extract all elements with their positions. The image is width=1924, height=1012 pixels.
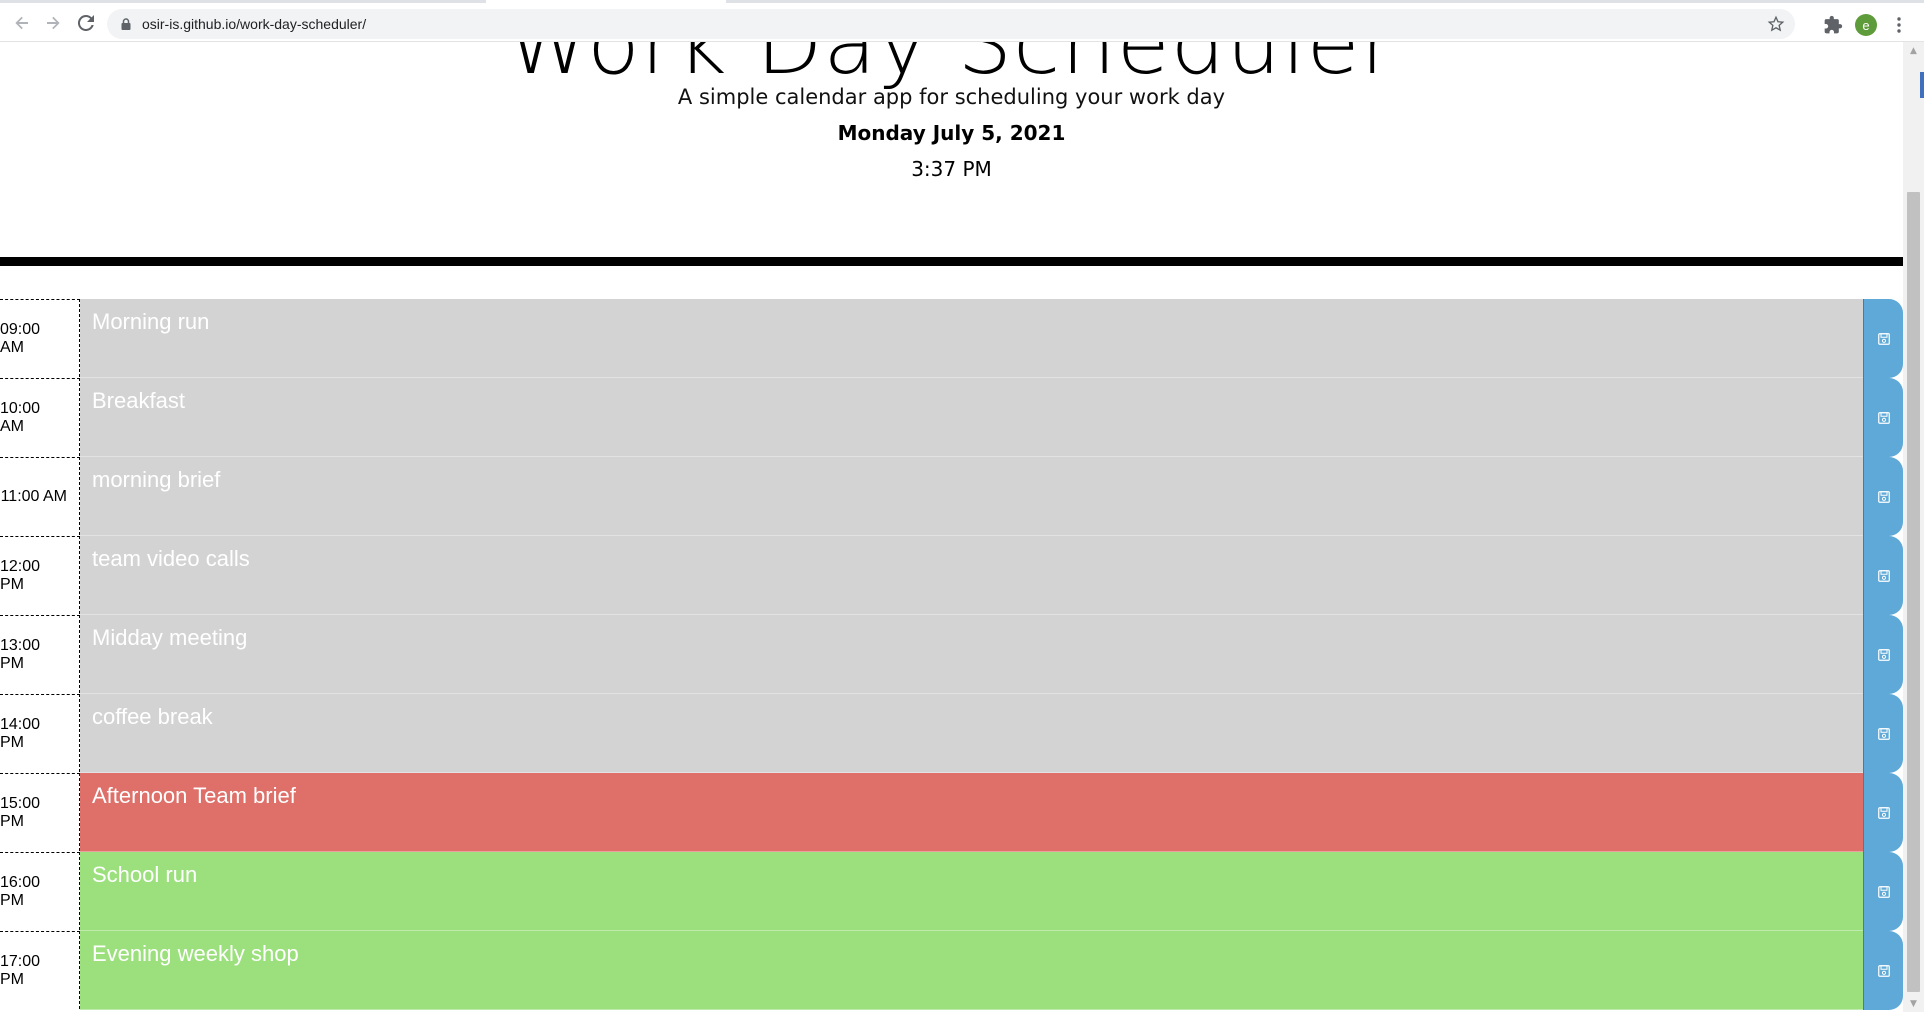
hour-label: 15:00 PM xyxy=(0,773,80,851)
timeblock-row: 12:00 PM team video calls xyxy=(0,536,1903,615)
save-button[interactable] xyxy=(1863,773,1903,852)
save-icon xyxy=(1877,727,1890,740)
current-time: 3:37 PM xyxy=(911,157,992,181)
back-button[interactable] xyxy=(8,9,36,37)
save-button[interactable] xyxy=(1863,694,1903,773)
scroll-down-arrow-icon[interactable]: ▼ xyxy=(1903,995,1924,1012)
scrollbar-thumb[interactable] xyxy=(1907,192,1920,992)
reload-button[interactable] xyxy=(72,9,100,37)
save-icon xyxy=(1877,885,1890,898)
save-button[interactable] xyxy=(1863,457,1903,536)
timeblock-row: 11:00 AM morning brief xyxy=(0,457,1903,536)
hour-label: 10:00 AM xyxy=(0,378,80,456)
task-textarea[interactable]: Breakfast xyxy=(80,378,1863,457)
timeblock-row: 10:00 AM Breakfast xyxy=(0,378,1903,457)
lock-icon xyxy=(121,18,131,30)
save-icon xyxy=(1877,964,1890,977)
save-button[interactable] xyxy=(1863,378,1903,457)
timeblock-row: 16:00 PM School run xyxy=(0,852,1903,931)
hour-label: 13:00 PM xyxy=(0,615,80,693)
page-viewport: Work Day Scheduler A simple calendar app… xyxy=(0,42,1903,1012)
save-button[interactable] xyxy=(1863,299,1903,378)
save-icon xyxy=(1877,490,1890,503)
timeblock-list: 09:00 AM Morning run 10:00 AM Breakfast … xyxy=(0,299,1903,1010)
back-arrow-icon xyxy=(15,16,28,30)
task-textarea[interactable]: Evening weekly shop xyxy=(80,931,1863,1010)
timeblock-row: 13:00 PM Midday meeting xyxy=(0,615,1903,694)
scroll-up-arrow-icon[interactable]: ▲ xyxy=(1903,42,1924,59)
task-textarea[interactable]: coffee break xyxy=(80,694,1863,773)
hour-label: 16:00 PM xyxy=(0,852,80,930)
hour-label: 14:00 PM xyxy=(0,694,80,772)
extensions-icon[interactable] xyxy=(1823,15,1843,35)
hour-label: 17:00 PM xyxy=(0,931,80,1009)
forward-button[interactable] xyxy=(39,9,67,37)
save-icon xyxy=(1877,332,1890,345)
address-bar[interactable]: osir-is.github.io/work-day-scheduler/ xyxy=(107,9,1795,39)
forward-arrow-icon xyxy=(47,16,60,30)
timeblock-row: 14:00 PM coffee break xyxy=(0,694,1903,773)
task-textarea[interactable]: team video calls xyxy=(80,536,1863,615)
save-button[interactable] xyxy=(1863,931,1903,1010)
hour-label: 09:00 AM xyxy=(0,299,80,377)
url-text[interactable]: osir-is.github.io/work-day-scheduler/ xyxy=(142,16,366,32)
task-textarea[interactable]: Afternoon Team brief xyxy=(80,773,1863,852)
save-button[interactable] xyxy=(1863,852,1903,931)
reload-icon xyxy=(78,15,94,31)
timeblock-row: 15:00 PM Afternoon Team brief xyxy=(0,773,1903,852)
task-textarea[interactable]: Midday meeting xyxy=(80,615,1863,694)
task-textarea[interactable]: School run xyxy=(80,852,1863,931)
avatar[interactable]: e xyxy=(1855,14,1877,36)
save-icon xyxy=(1877,411,1890,424)
save-icon xyxy=(1877,806,1890,819)
save-button[interactable] xyxy=(1863,536,1903,615)
star-icon[interactable] xyxy=(1767,15,1785,33)
timeblock-row: 17:00 PM Evening weekly shop xyxy=(0,931,1903,1010)
menu-icon[interactable] xyxy=(1888,14,1910,36)
hour-label: 12:00 PM xyxy=(0,536,80,614)
timeblock-row: 09:00 AM Morning run xyxy=(0,299,1903,378)
page-subtitle: A simple calendar app for scheduling you… xyxy=(677,85,1226,109)
hour-label: 11:00 AM xyxy=(0,457,80,535)
vertical-scrollbar[interactable]: ▲ ▼ xyxy=(1903,42,1924,1012)
save-button[interactable] xyxy=(1863,615,1903,694)
side-panel-edge xyxy=(1920,72,1924,98)
save-icon xyxy=(1877,569,1890,582)
task-textarea[interactable]: morning brief xyxy=(80,457,1863,536)
header-divider xyxy=(0,257,1903,266)
save-icon xyxy=(1877,648,1890,661)
browser-toolbar: osir-is.github.io/work-day-scheduler/ e xyxy=(0,3,1924,42)
task-textarea[interactable]: Morning run xyxy=(80,299,1863,378)
current-day: Monday July 5, 2021 xyxy=(837,121,1066,145)
